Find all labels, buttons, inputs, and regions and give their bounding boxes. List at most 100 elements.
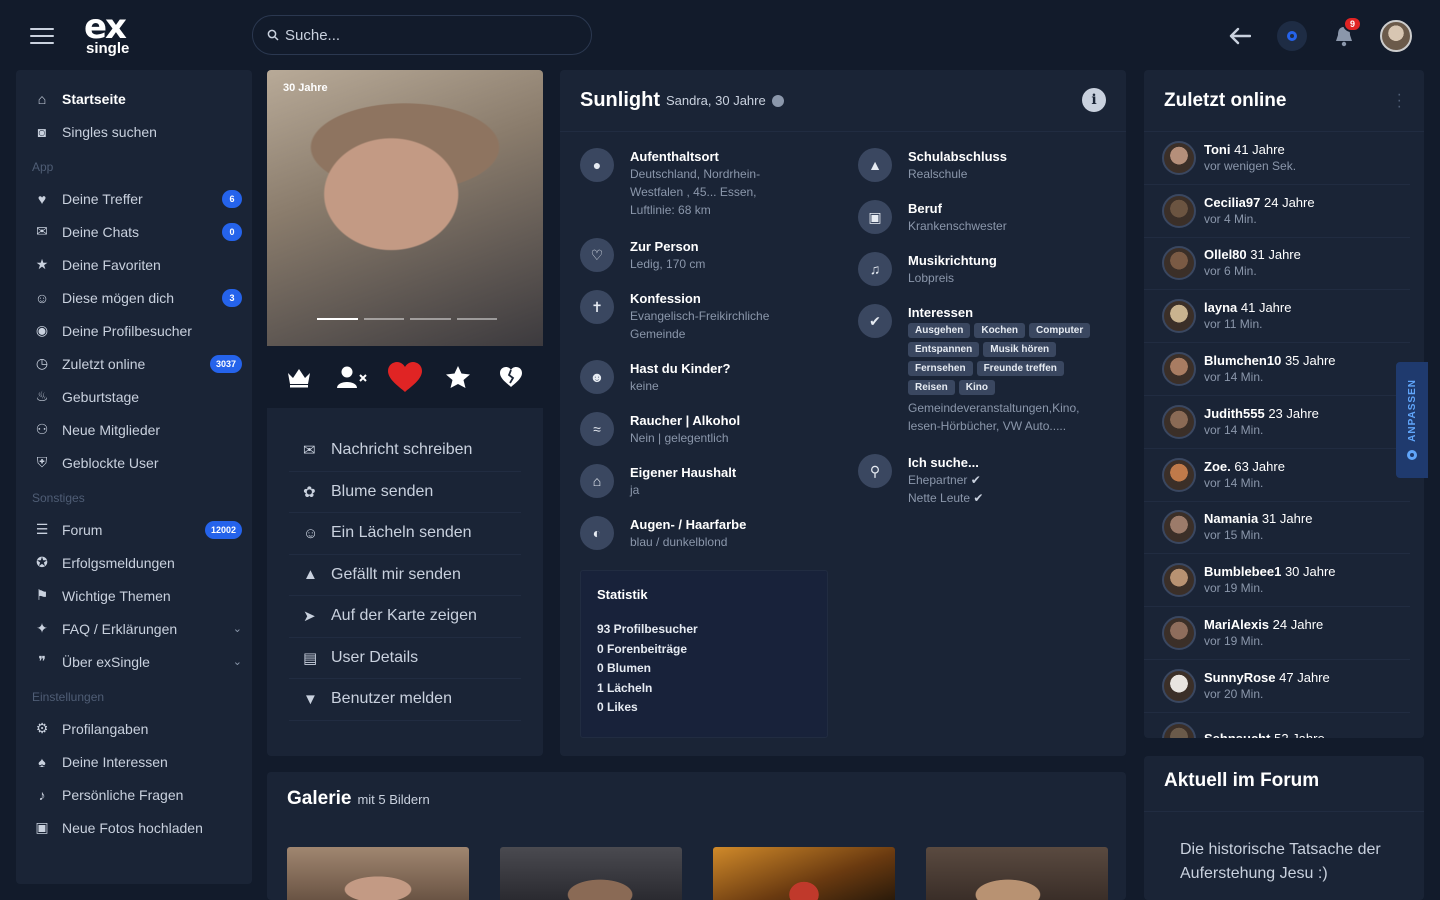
sidebar-item-clock[interactable]: ◷ Zuletzt online 3037 [16,347,252,380]
online-user-row[interactable]: Toni 41 Jahre vor wenigen Sek. [1144,132,1410,185]
sidebar-item-forum[interactable]: ☰ Forum 12002 [16,513,252,546]
star-icon[interactable] [438,357,478,397]
avatar[interactable] [1162,246,1196,281]
sidebar-item-bulb[interactable]: ✦ FAQ / Erklärungen ⌄ [16,612,252,645]
online-user-row[interactable]: Bumblebee1 30 Jahre vor 19 Min. [1144,554,1410,608]
gallery-subtitle: mit 5 Bildern [357,792,430,807]
settings-circle-button[interactable] [1276,20,1308,52]
online-user-row[interactable]: Namania 31 Jahre vor 15 Min. [1144,502,1410,555]
avatar[interactable] [1162,140,1196,175]
sidebar-item-label: Forum [62,521,103,538]
online-user-row[interactable]: Zoe. 63 Jahre vor 14 Min. [1144,449,1410,502]
menu-item-user-details[interactable]: ▤ User Details [289,638,521,679]
online-user-row[interactable]: Ollel80 31 Jahre vor 6 Min. [1144,238,1410,291]
online-user-text: Cecilia97 24 Jahre vor 4 Min. [1204,194,1315,228]
user-avatar[interactable] [1380,20,1412,52]
menu-item-smile[interactable]: ☺ Ein Lächeln senden [289,513,521,555]
heart-icon[interactable] [385,357,425,397]
back-arrow-icon[interactable] [1224,20,1256,52]
badge-icon: ✪ [36,554,48,570]
sidebar-item-cake[interactable]: ♨ Geburtstage [16,380,252,413]
menu-item-thumbs-down[interactable]: ▼ Benutzer melden [289,679,521,721]
online-user-row[interactable]: Blumchen10 35 Jahre vor 14 Min. [1144,343,1410,396]
crown-icon[interactable] [279,357,319,397]
online-user-row[interactable]: layna 41 Jahre vor 11 Min. [1144,290,1410,344]
avatar[interactable] [1162,563,1196,598]
menu-toggle-icon[interactable] [30,28,54,46]
statistics-box: Statistik 93 Profilbesucher 0 Forenbeiträ… [580,570,828,738]
avatar[interactable] [1162,299,1196,334]
customize-tab[interactable]: ANPASSEN [1396,362,1428,478]
sidebar-item-skater[interactable]: ♠ Deine Interessen [16,745,252,778]
avatar[interactable] [1162,352,1196,387]
menu-item-thumbs-up[interactable]: ▲ Gefällt mir senden [289,555,521,596]
sidebar-item-eye[interactable]: ◉ Deine Profilbesucher [16,314,252,347]
broken-heart-icon[interactable] [491,357,531,397]
sidebar-item-heart[interactable]: ♥ Deine Treffer 6 [16,182,252,215]
gear-icon [1407,450,1417,461]
avatar[interactable] [1162,668,1196,703]
online-user-row[interactable]: MariAlexis 24 Jahre vor 19 Min. [1144,607,1410,660]
avatar[interactable] [1162,193,1196,228]
avatar[interactable] [1162,721,1196,738]
sidebar-item-gear[interactable]: ⚙ Profilangaben [16,712,252,745]
kebab-menu-icon[interactable]: · · · [1397,87,1402,115]
sidebar-item-tag[interactable]: ⚑ Wichtige Themen [16,579,252,612]
carousel-dot[interactable] [363,318,404,320]
forum-post-link[interactable]: Die historische Tatsache der Auferstehun… [1144,812,1424,886]
sidebar-item-star[interactable]: ★ Deine Favoriten [16,248,252,281]
info-icon[interactable]: i [1082,88,1106,112]
profile-photo[interactable]: 30 Jahre [267,70,543,346]
online-user-row[interactable]: Judith555 23 Jahre vor 14 Min. [1144,396,1410,449]
online-user-row[interactable]: Sehnsucht 52 Jahre [1144,713,1410,738]
home-icon: ⌂ [37,90,47,107]
menu-item-flower[interactable]: ✿ Blume senden [289,472,521,513]
search-box[interactable] [252,15,592,55]
menu-item-location-arrow[interactable]: ➤ Auf der Karte zeigen [289,596,521,638]
gallery-thumb[interactable] [926,847,1108,900]
site-logo[interactable]: ex single [84,10,160,60]
looking-for-item: Nette Leute ✔ [908,489,983,507]
sidebar-item-label: Startseite [62,90,126,107]
avatar[interactable] [1162,404,1196,439]
carousel-dot[interactable] [456,318,497,320]
gallery-thumb[interactable] [713,847,895,900]
envelope-icon: ✉ [303,442,316,460]
online-user-name-line: Blumchen10 35 Jahre [1204,352,1336,369]
sidebar-item-shield[interactable]: ⛨ Geblockte User [16,446,252,479]
carousel-dot[interactable] [317,318,358,320]
sidebar-item-microphone[interactable]: ♪ Persönliche Fragen [16,778,252,811]
chevron-down-icon[interactable]: ⌄ [233,655,242,668]
sidebar-item-badge[interactable]: ✪ Erfolgsmeldungen [16,546,252,579]
online-user-time: vor 19 Min. [1204,634,1264,649]
sidebar-badge: 12002 [204,520,242,539]
chevron-down-icon[interactable]: ⌄ [233,622,242,635]
sidebar-item-binoculars[interactable]: ◙ Singles suchen [16,115,252,148]
gallery-thumb[interactable] [287,847,469,900]
sidebar-item-users[interactable]: ⚇ Neue Mitglieder [16,413,252,446]
avatar[interactable] [1162,510,1196,545]
gallery-card: Galerie mit 5 Bildern [267,772,1126,900]
sidebar-item-chats[interactable]: ✉ Deine Chats 0 [16,215,252,248]
sidebar-item-quote[interactable]: ❞ Über exSingle ⌄ [16,645,252,678]
search-input[interactable] [285,26,565,44]
carousel-dot[interactable] [410,318,451,320]
menu-item-envelope[interactable]: ✉ Nachricht schreiben [289,430,521,472]
statistic-line: 93 Profilbesucher [597,622,698,636]
avatar[interactable] [1162,457,1196,492]
looking-for-label: Nette Leute [908,491,971,505]
gallery-thumb[interactable] [500,847,682,900]
attribute-value: Deutschland, Nordrhein- [630,167,761,181]
online-user-row[interactable]: SunnyRose 47 Jahre vor 20 Min. [1144,660,1410,713]
avatar[interactable] [1162,616,1196,651]
sidebar: ⌂ Startseite ◙ Singles suchen App ♥ Deine Tref… [16,70,252,884]
add-user-icon[interactable] [332,357,372,397]
attribute-title: Eigener Haushalt [630,465,737,480]
attribute-title: Beruf [908,201,942,216]
looking-for-title: Ich suche... [908,455,979,470]
online-user-row[interactable]: Cecilia97 24 Jahre vor 4 Min. [1144,185,1410,238]
sidebar-item-user[interactable]: ☺ Diese mögen dich 3 [16,281,252,314]
sidebar-item-home[interactable]: ⌂ Startseite [16,82,252,115]
sidebar-item-camera[interactable]: ▣ Neue Fotos hochladen [16,811,252,844]
notifications-button[interactable]: 9 [1328,16,1362,52]
